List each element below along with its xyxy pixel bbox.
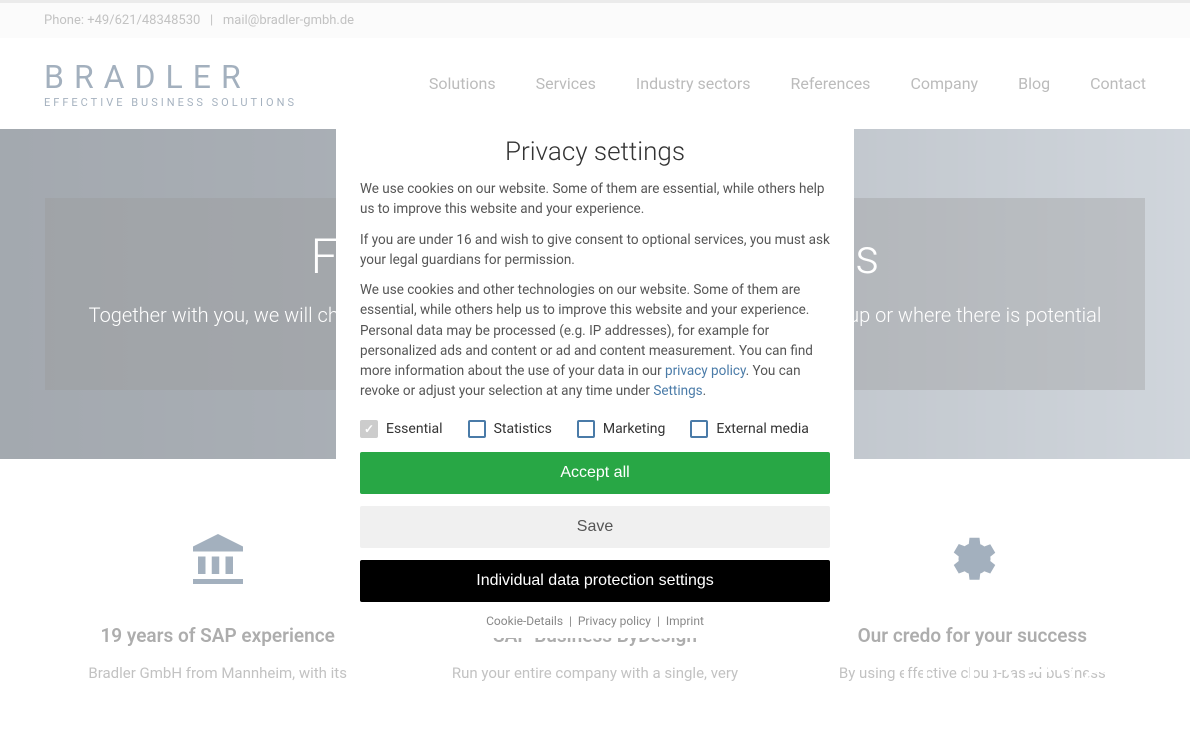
- check-statistics[interactable]: Statistics: [468, 420, 552, 438]
- imprint-link[interactable]: Imprint: [666, 614, 704, 628]
- privacy-policy-footer-link[interactable]: Privacy policy: [578, 614, 651, 628]
- checkbox-label: Essential: [386, 421, 443, 437]
- modal-overlay: Privacy settings We use cookies on our w…: [0, 0, 1190, 753]
- checkbox-label: External media: [716, 421, 809, 437]
- checkbox-statistics[interactable]: [468, 420, 486, 438]
- save-button[interactable]: Save: [360, 506, 830, 548]
- check-marketing[interactable]: Marketing: [577, 420, 666, 438]
- checkbox-row: Essential Statistics Marketing External …: [350, 412, 840, 452]
- modal-footer-links: Cookie-Details | Privacy policy | Imprin…: [350, 614, 840, 628]
- modal-text-2: If you are under 16 and wish to give con…: [350, 230, 840, 271]
- checkbox-marketing[interactable]: [577, 420, 595, 438]
- modal-text-3: We use cookies and other technologies on…: [350, 280, 840, 402]
- privacy-policy-link[interactable]: privacy policy: [665, 363, 746, 379]
- modal-text-1: We use cookies on our website. Some of t…: [350, 179, 840, 220]
- privacy-modal: Privacy settings We use cookies on our w…: [336, 117, 854, 638]
- modal-title: Privacy settings: [350, 137, 840, 167]
- checkbox-label: Marketing: [603, 421, 666, 437]
- checkbox-essential: [360, 420, 378, 438]
- cookie-details-link[interactable]: Cookie-Details: [486, 614, 563, 628]
- accept-all-button[interactable]: Accept all: [360, 452, 830, 494]
- checkbox-label: Statistics: [494, 421, 552, 437]
- check-essential: Essential: [360, 420, 443, 438]
- check-external[interactable]: External media: [690, 420, 809, 438]
- settings-link[interactable]: Settings: [653, 383, 702, 399]
- individual-settings-button[interactable]: Individual data protection settings: [360, 560, 830, 602]
- checkbox-external[interactable]: [690, 420, 708, 438]
